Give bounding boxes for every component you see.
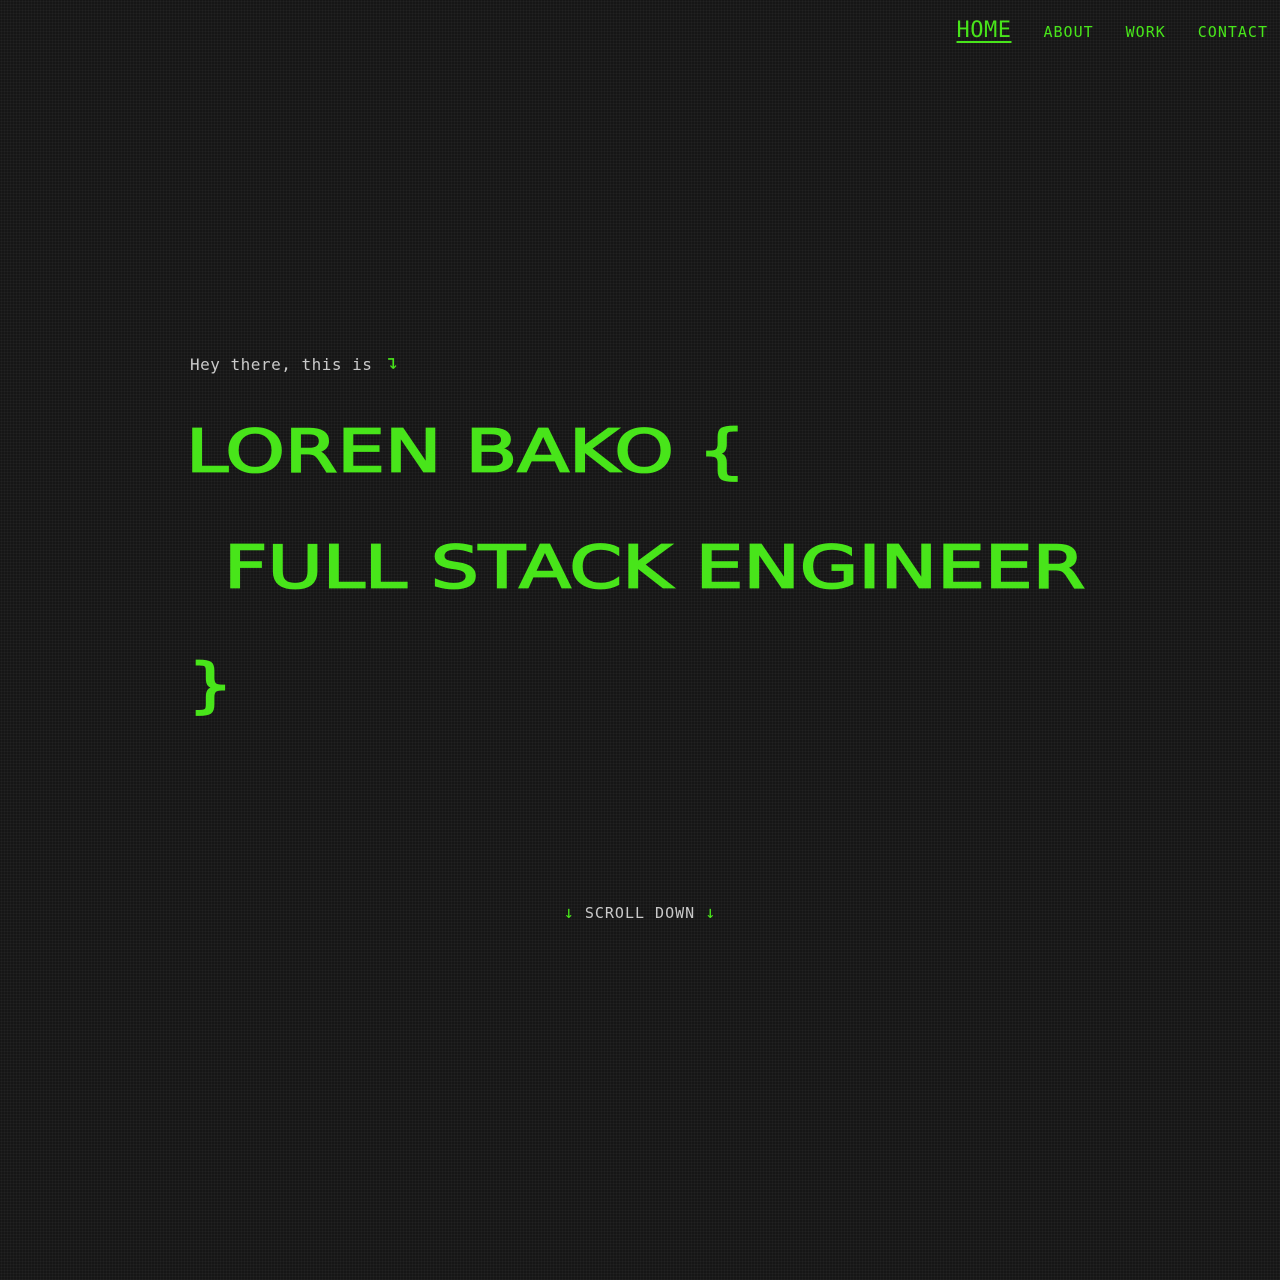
hero-title: FULL STACK ENGINEER (223, 533, 1086, 603)
hero-name: LOREN BAKO { (185, 417, 747, 487)
arrow-down-icon: ↓ (705, 902, 717, 923)
hero-closing-brace: } (187, 651, 234, 721)
main-nav: HOME ABOUT WORK CONTACT (957, 18, 1268, 43)
scroll-down-label: SCROLL DOWN (584, 904, 696, 922)
hero-intro: Hey there, this is ↴ (190, 350, 399, 374)
arrow-turn-down-icon: ↴ (386, 350, 399, 374)
intro-text: Hey there, this is (190, 354, 373, 374)
nav-home-link[interactable]: HOME (957, 18, 1012, 43)
nav-about-link[interactable]: ABOUT (1044, 23, 1094, 41)
arrow-down-icon: ↓ (563, 902, 575, 923)
nav-work-link[interactable]: WORK (1126, 23, 1166, 41)
scroll-down-indicator[interactable]: ↓ SCROLL DOWN ↓ (0, 904, 1280, 922)
nav-contact-link[interactable]: CONTACT (1198, 23, 1268, 41)
